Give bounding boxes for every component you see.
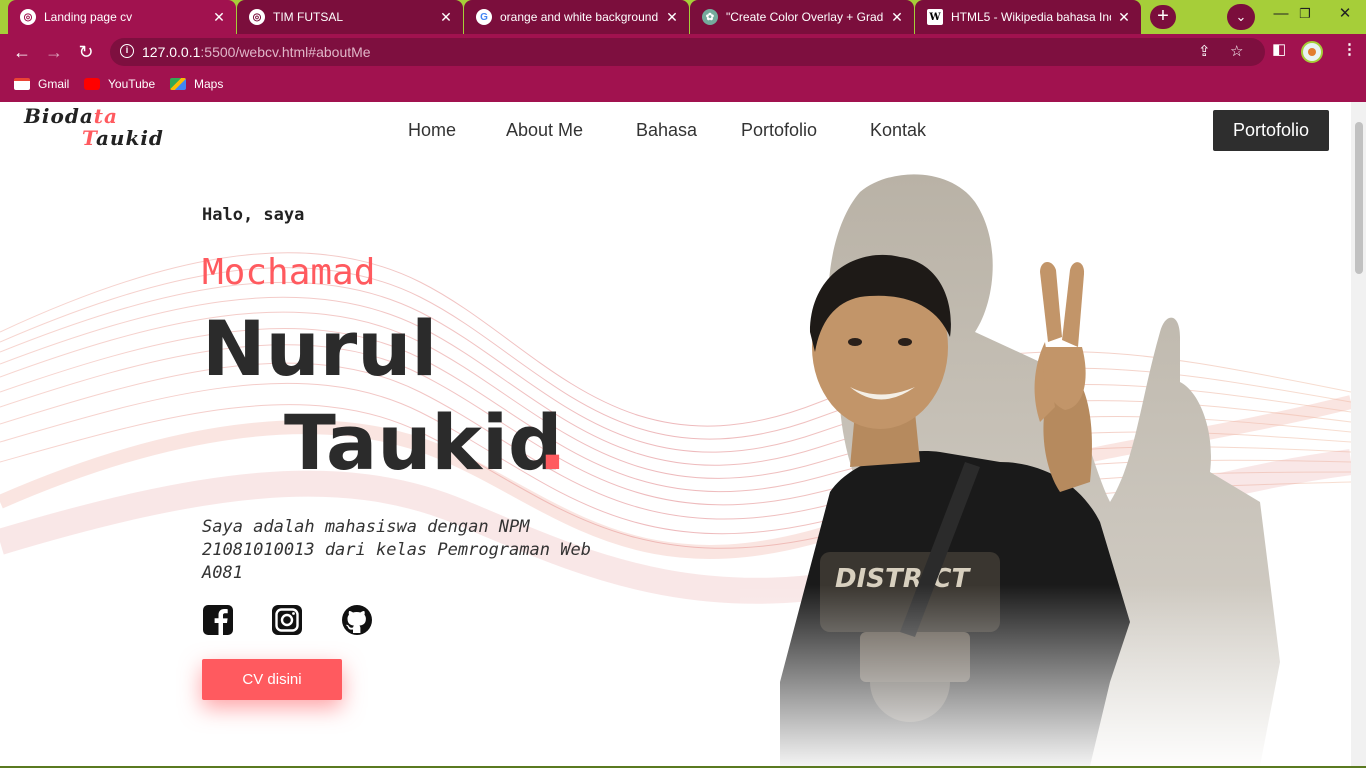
name-line-2: Taukid: [284, 398, 563, 487]
browser-toolbar: ← → ↻ i 127.0.0.1:5500/webcv.html#aboutM…: [0, 34, 1366, 70]
youtube-icon: [84, 78, 100, 90]
maps-icon: [170, 78, 186, 90]
bookmark-label: Maps: [194, 77, 224, 91]
nav-bahasa[interactable]: Bahasa: [636, 120, 697, 141]
wikipedia-icon: W: [927, 9, 943, 25]
tab-title: orange and white background: [500, 10, 659, 24]
bookmark-maps[interactable]: Maps: [170, 77, 223, 91]
url-text: 127.0.0.1:5500/webcv.html#aboutMe: [142, 44, 371, 60]
close-icon[interactable]: ✕: [890, 9, 904, 26]
side-panel-icon[interactable]: ◧: [1272, 40, 1286, 58]
cv-button[interactable]: CV disini: [202, 659, 342, 700]
menu-icon[interactable]: ⋮: [1342, 40, 1357, 58]
new-tab-button[interactable]: +: [1150, 5, 1176, 29]
chatgpt-icon: ✿: [702, 9, 718, 25]
bookmark-gmail[interactable]: Gmail: [14, 77, 69, 91]
bookmark-star-icon[interactable]: ☆: [1230, 42, 1243, 60]
globe-icon: ◎: [249, 9, 265, 25]
google-icon: G: [476, 9, 492, 25]
tab-search-button[interactable]: ⌄: [1227, 4, 1255, 30]
github-icon[interactable]: [341, 604, 373, 636]
bookmark-label: YouTube: [108, 77, 156, 91]
greeting: Halo, saya: [202, 205, 305, 225]
bookmark-label: Gmail: [38, 77, 70, 91]
tab-title: HTML5 - Wikipedia bahasa Ind: [951, 10, 1111, 24]
profile-photo: DISTRICT: [740, 162, 1300, 766]
bookmark-youtube[interactable]: YouTube: [84, 77, 155, 91]
close-window-button[interactable]: ✕: [1322, 0, 1366, 34]
gmail-icon: [14, 78, 30, 90]
close-icon[interactable]: ✕: [439, 9, 453, 26]
address-bar[interactable]: i 127.0.0.1:5500/webcv.html#aboutMe ⇪ ☆: [110, 38, 1265, 66]
site-logo[interactable]: Biodata Taukid: [24, 104, 174, 152]
profile-avatar[interactable]: [1301, 41, 1323, 63]
instagram-icon[interactable]: [271, 604, 303, 636]
name-line-1: Nurul: [202, 304, 438, 393]
tab-title: TIM FUTSAL: [273, 10, 344, 24]
close-icon[interactable]: ✕: [1117, 9, 1131, 26]
tab-wikipedia[interactable]: W HTML5 - Wikipedia bahasa Ind ✕: [915, 0, 1141, 34]
first-name: Mochamad: [202, 252, 376, 293]
tab-landing-page[interactable]: ◎ Landing page cv ✕: [8, 0, 236, 34]
tab-chatgpt[interactable]: ✿ "Create Color Overlay + Gradie ✕: [690, 0, 914, 34]
tab-title: "Create Color Overlay + Gradie: [726, 10, 884, 24]
nav-kontak[interactable]: Kontak: [870, 120, 926, 141]
page-scrollbar[interactable]: [1351, 102, 1366, 766]
scrollbar-thumb[interactable]: [1355, 122, 1363, 274]
tab-tim-futsal[interactable]: ◎ TIM FUTSAL ✕: [237, 0, 463, 34]
close-icon[interactable]: ✕: [212, 9, 226, 26]
nav-home[interactable]: Home: [408, 120, 456, 141]
portofolio-button[interactable]: Portofolio: [1213, 110, 1329, 151]
globe-icon: ◎: [20, 9, 36, 25]
reload-button[interactable]: ↻: [72, 38, 100, 66]
tab-title: Landing page cv: [44, 10, 133, 24]
name-dot: .: [538, 398, 567, 487]
nav-portofolio[interactable]: Portofolio: [741, 120, 817, 141]
tab-strip: ◎ Landing page cv ✕ ◎ TIM FUTSAL ✕ G ora…: [0, 0, 1366, 34]
forward-button[interactable]: →: [40, 38, 68, 66]
tab-google-search[interactable]: G orange and white background ✕: [464, 0, 689, 34]
facebook-icon[interactable]: [202, 604, 234, 636]
web-page: Biodata Taukid Home About Me Bahasa Port…: [0, 102, 1351, 766]
back-button[interactable]: ←: [8, 38, 36, 66]
hero-description: Saya adalah mahasiswa dengan NPM 2108101…: [202, 517, 591, 583]
close-icon[interactable]: ✕: [665, 9, 679, 26]
nav-about-me[interactable]: About Me: [506, 120, 583, 141]
info-icon[interactable]: i: [120, 44, 134, 58]
share-icon[interactable]: ⇪: [1198, 42, 1211, 60]
bookmarks-bar: Gmail YouTube Maps: [0, 70, 1366, 102]
